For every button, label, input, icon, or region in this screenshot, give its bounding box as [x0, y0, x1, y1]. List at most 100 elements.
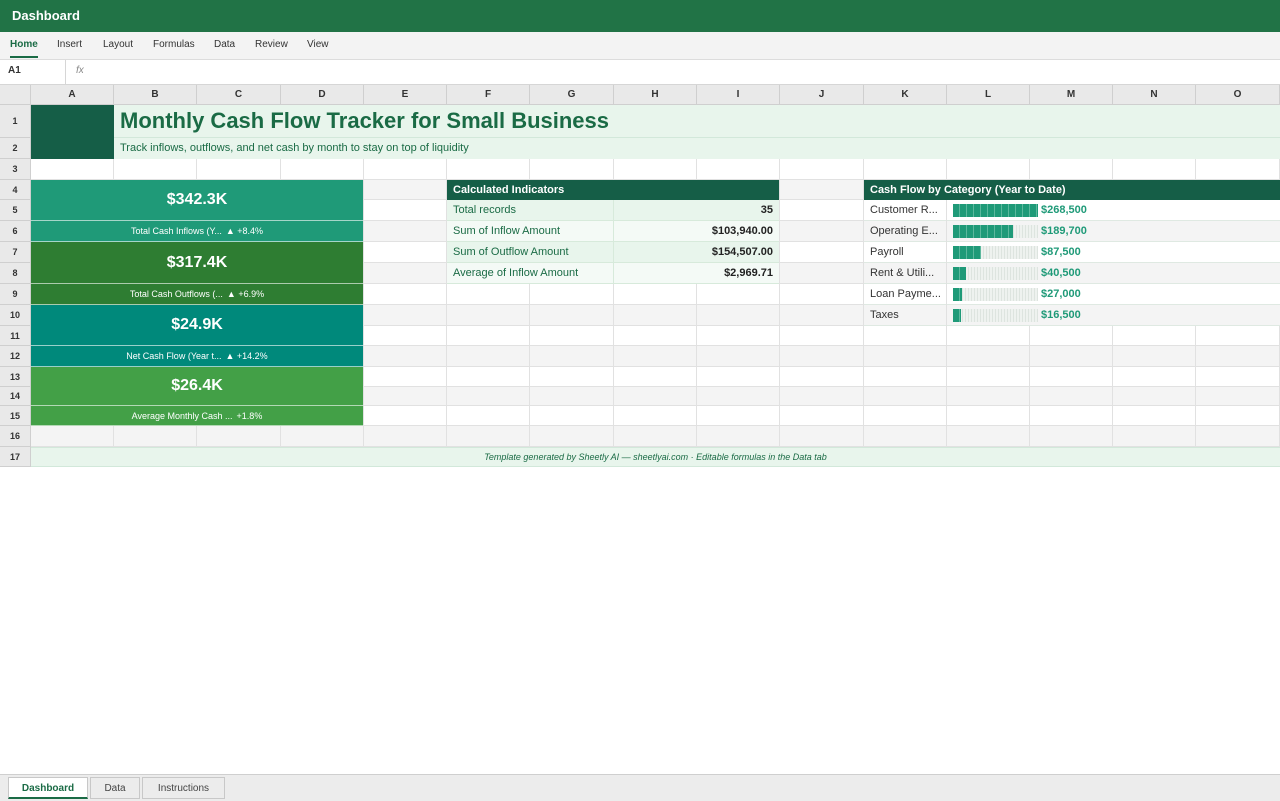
grid-cell[interactable]: [947, 346, 1030, 367]
grid-cell[interactable]: [1030, 387, 1113, 406]
grid-cell[interactable]: [947, 387, 1030, 406]
grid-cell[interactable]: [447, 387, 530, 406]
grid-cell[interactable]: [114, 426, 197, 447]
row-header[interactable]: 9: [0, 284, 31, 305]
grid-cell[interactable]: [1030, 406, 1113, 426]
grid-cell[interactable]: [780, 387, 864, 406]
grid-cell[interactable]: [197, 159, 281, 180]
grid-cell[interactable]: [530, 159, 614, 180]
grid-cell[interactable]: [364, 406, 447, 426]
grid-cell[interactable]: [447, 367, 530, 387]
grid-cell[interactable]: [1113, 387, 1196, 406]
grid-cell[interactable]: [864, 426, 947, 447]
row-header[interactable]: 2: [0, 138, 31, 159]
grid-cell[interactable]: [197, 426, 281, 447]
grid-cell[interactable]: [780, 406, 864, 426]
grid-cell[interactable]: [864, 326, 947, 346]
grid-cell[interactable]: [1113, 159, 1196, 180]
grid-cell[interactable]: [614, 426, 697, 447]
grid-cell[interactable]: [780, 346, 864, 367]
grid-cell[interactable]: [864, 346, 947, 367]
column-header[interactable]: B: [114, 85, 197, 105]
grid-cell[interactable]: [780, 367, 864, 387]
grid-cell[interactable]: [697, 406, 780, 426]
grid-cell[interactable]: [530, 406, 614, 426]
grid-cell[interactable]: [947, 406, 1030, 426]
grid-cell[interactable]: [364, 367, 447, 387]
grid-cell[interactable]: [1113, 426, 1196, 447]
grid-cell[interactable]: [447, 284, 530, 305]
row-header[interactable]: 1: [0, 105, 31, 138]
tab-layout[interactable]: Layout: [103, 32, 133, 58]
grid-cell[interactable]: [1113, 326, 1196, 346]
row-header[interactable]: 6: [0, 221, 31, 242]
row-header[interactable]: 10: [0, 305, 31, 326]
grid-cell[interactable]: [1196, 426, 1280, 447]
column-header[interactable]: C: [197, 85, 281, 105]
grid-cell[interactable]: [864, 367, 947, 387]
grid-cell[interactable]: [614, 284, 697, 305]
tab-data[interactable]: Data: [214, 32, 235, 58]
formula-input[interactable]: [96, 63, 1276, 83]
row-header[interactable]: 8: [0, 263, 31, 284]
grid-cell[interactable]: [530, 387, 614, 406]
grid-cell[interactable]: [364, 284, 447, 305]
grid-cell[interactable]: [114, 159, 197, 180]
grid-cell[interactable]: [530, 346, 614, 367]
grid-cell[interactable]: [780, 242, 864, 263]
column-header[interactable]: E: [364, 85, 447, 105]
row-header[interactable]: 11: [0, 326, 31, 346]
grid-cell[interactable]: [364, 200, 447, 221]
grid-cell[interactable]: [697, 305, 780, 326]
grid-cell[interactable]: [281, 159, 364, 180]
grid-cell[interactable]: [1196, 387, 1280, 406]
grid-cell[interactable]: [697, 387, 780, 406]
column-header[interactable]: F: [447, 85, 530, 105]
grid-cell[interactable]: [447, 406, 530, 426]
grid-cell[interactable]: [364, 180, 447, 200]
column-header[interactable]: K: [864, 85, 947, 105]
grid-cell[interactable]: [614, 346, 697, 367]
tab-view[interactable]: View: [307, 32, 329, 58]
grid-cell[interactable]: [780, 326, 864, 346]
grid-cell[interactable]: [1030, 326, 1113, 346]
column-header[interactable]: D: [281, 85, 364, 105]
grid-cell[interactable]: [364, 159, 447, 180]
grid-cell[interactable]: [697, 284, 780, 305]
column-header[interactable]: I: [697, 85, 780, 105]
grid-cell[interactable]: [780, 159, 864, 180]
grid-cell[interactable]: [697, 367, 780, 387]
row-header[interactable]: 5: [0, 200, 31, 221]
grid-cell[interactable]: [614, 305, 697, 326]
grid-cell[interactable]: [1113, 346, 1196, 367]
grid-cell[interactable]: [947, 367, 1030, 387]
column-header[interactable]: A: [31, 85, 114, 105]
column-header[interactable]: O: [1196, 85, 1280, 105]
grid-cell[interactable]: [1030, 367, 1113, 387]
row-header[interactable]: 17: [0, 447, 31, 467]
grid-cell[interactable]: [447, 305, 530, 326]
grid-cell[interactable]: [530, 426, 614, 447]
tab-insert[interactable]: Insert: [57, 32, 82, 58]
row-header[interactable]: 14: [0, 387, 31, 406]
row-header[interactable]: 13: [0, 367, 31, 387]
grid-cell[interactable]: [780, 284, 864, 305]
grid-cell[interactable]: [530, 284, 614, 305]
grid-cell[interactable]: [447, 159, 530, 180]
grid-cell[interactable]: [1030, 346, 1113, 367]
column-header[interactable]: L: [947, 85, 1030, 105]
grid-cell[interactable]: [614, 406, 697, 426]
tab-formulas[interactable]: Formulas: [153, 32, 195, 58]
column-header[interactable]: N: [1113, 85, 1196, 105]
grid-cell[interactable]: [697, 159, 780, 180]
column-header[interactable]: H: [614, 85, 697, 105]
grid-cell[interactable]: [947, 326, 1030, 346]
grid-cell[interactable]: [447, 346, 530, 367]
grid-cell[interactable]: [364, 305, 447, 326]
grid-cell[interactable]: [1196, 367, 1280, 387]
grid-cell[interactable]: [864, 159, 947, 180]
grid-cell[interactable]: [1196, 406, 1280, 426]
name-box[interactable]: A1: [0, 60, 66, 84]
column-header[interactable]: J: [780, 85, 864, 105]
grid-cell[interactable]: [614, 387, 697, 406]
